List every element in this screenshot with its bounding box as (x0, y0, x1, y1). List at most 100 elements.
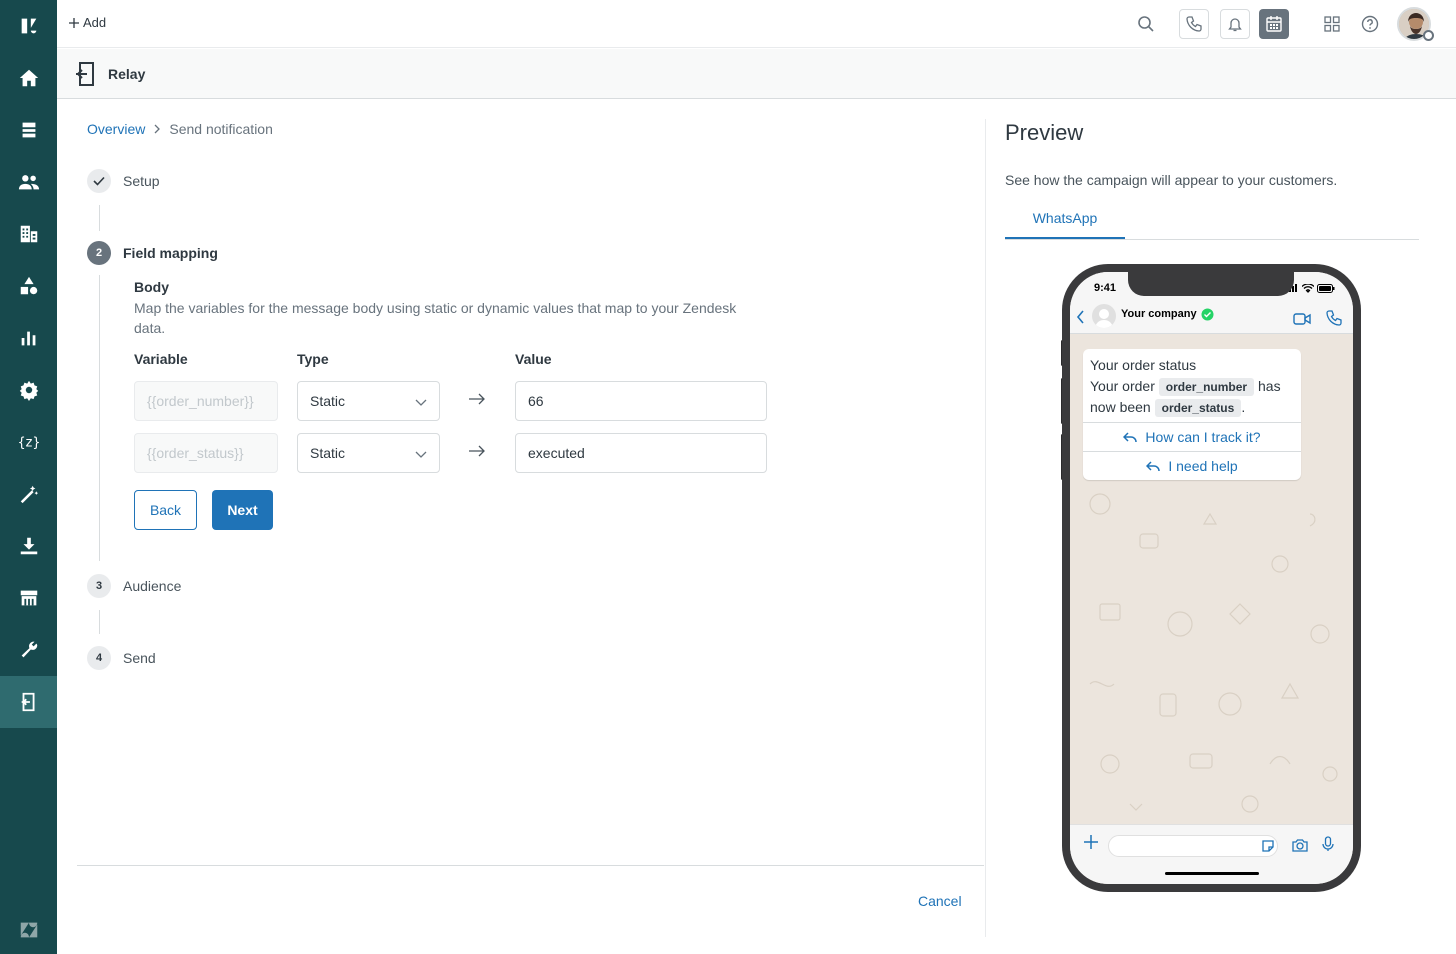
quick-reply-button: I need help (1083, 451, 1301, 480)
breadcrumb-overview-link[interactable]: Overview (87, 121, 145, 137)
variable-chip: order_status (1154, 399, 1242, 417)
message-title: Your order status (1090, 357, 1197, 373)
message-bubble: Your order status Your order order_numbe… (1083, 349, 1301, 480)
reply-arrow-icon (1146, 460, 1161, 471)
quick-reply-label: How can I track it? (1145, 429, 1261, 445)
home-icon[interactable] (0, 52, 57, 104)
contact-avatar-icon (1092, 304, 1116, 328)
step-setup-label: Setup (123, 173, 160, 189)
apps-grid-icon[interactable] (1317, 9, 1347, 39)
message-prefix: Your order (1090, 378, 1155, 394)
value-column-header: Value (515, 351, 552, 367)
footer-divider (77, 865, 984, 866)
zendesk-logo-icon[interactable] (0, 0, 57, 52)
message-input (1108, 835, 1278, 857)
arrow-right-icon (467, 389, 487, 409)
variable-chip: order_number (1158, 378, 1255, 396)
message-body: Your order status Your order order_numbe… (1083, 349, 1301, 422)
battery-icon (1317, 284, 1335, 293)
cancel-button[interactable]: Cancel (918, 893, 962, 909)
next-button[interactable]: Next (212, 490, 273, 530)
sticker-icon (1262, 839, 1274, 857)
panel-divider (985, 119, 986, 937)
plus-icon (69, 17, 79, 28)
variable-field: {{order_number}} (134, 381, 278, 421)
step-field-mapping-number: 2 (87, 241, 111, 265)
type-select[interactable]: Static (297, 433, 440, 473)
message-line: Your order order_number has now been ord… (1090, 376, 1294, 418)
download-icon[interactable] (0, 520, 57, 572)
voice-call-icon (1326, 310, 1342, 331)
preview-description: See how the campaign will appear to your… (1005, 172, 1338, 188)
reply-arrow-icon (1123, 431, 1138, 442)
video-call-icon (1293, 312, 1311, 330)
magic-wand-icon[interactable] (0, 468, 57, 520)
zendesk-brand-icon (0, 904, 57, 954)
verified-badge-icon (1201, 308, 1214, 326)
chevron-right-icon (153, 122, 161, 137)
bell-icon[interactable] (1220, 9, 1250, 39)
message-end: . (1241, 399, 1246, 415)
variable-field: {{order_status}} (134, 433, 278, 473)
home-indicator (1165, 872, 1259, 875)
step-send-label: Send (123, 650, 156, 666)
app-header: Relay (57, 49, 1456, 99)
phone-mockup: 9:41 Your company Your order status Your… (1062, 264, 1361, 892)
back-button[interactable]: Back (134, 490, 197, 530)
add-button[interactable]: Add (69, 15, 106, 30)
app-title: Relay (108, 66, 146, 82)
customers-icon[interactable] (0, 156, 57, 208)
top-bar: Add (57, 0, 1456, 48)
value-input[interactable]: executed (515, 433, 767, 473)
message-mid-a: has (1258, 378, 1281, 394)
calendar-icon[interactable] (1259, 9, 1289, 39)
wifi-icon (1302, 284, 1314, 293)
search-icon[interactable] (1131, 9, 1161, 39)
step-connector (99, 275, 100, 561)
tab-divider (1005, 239, 1419, 240)
microphone-icon (1322, 836, 1334, 857)
views-icon[interactable] (0, 104, 57, 156)
status-time: 9:41 (1094, 282, 1117, 294)
step-setup-check-icon (87, 169, 111, 193)
quick-reply-button: How can I track it? (1083, 422, 1301, 451)
zis-braces-icon[interactable]: {z} (0, 416, 57, 468)
variable-column-header: Variable (134, 351, 188, 367)
chevron-down-icon (415, 447, 427, 463)
camera-icon (1292, 838, 1308, 857)
step-field-mapping-label: Field mapping (123, 245, 218, 261)
back-chevron-icon (1076, 310, 1085, 329)
marketplace-icon[interactable] (0, 572, 57, 624)
svg-text:{z}: {z} (18, 436, 40, 451)
type-column-header: Type (297, 351, 329, 367)
phone-notch (1128, 272, 1294, 296)
help-icon[interactable] (1355, 9, 1385, 39)
value-input[interactable]: 66 (515, 381, 767, 421)
step-connector (99, 205, 100, 231)
preview-title: Preview (1005, 120, 1084, 145)
reporting-icon[interactable] (0, 312, 57, 364)
step-connector (99, 610, 100, 634)
breadcrumb: Overview Send notification (87, 121, 273, 137)
tab-whatsapp[interactable]: WhatsApp (1005, 210, 1125, 240)
whatsapp-input-bar (1070, 824, 1353, 884)
type-select-value: Static (310, 393, 346, 409)
organizations-icon[interactable] (0, 208, 57, 260)
wrench-icon[interactable] (0, 624, 57, 676)
step-send-number: 4 (87, 646, 111, 670)
relay-nav-icon[interactable] (0, 676, 57, 728)
type-select[interactable]: Static (297, 381, 440, 421)
objects-icon[interactable] (0, 260, 57, 312)
phone-screen: 9:41 Your company Your order status Your… (1070, 272, 1353, 884)
arrow-right-icon (467, 441, 487, 461)
whatsapp-header: 9:41 Your company (1070, 272, 1353, 334)
plus-icon (1084, 835, 1098, 854)
type-select-value: Static (310, 445, 346, 461)
admin-gear-icon[interactable] (0, 364, 57, 416)
chevron-down-icon (415, 395, 427, 411)
quick-reply-label: I need help (1168, 458, 1238, 474)
breadcrumb-current: Send notification (169, 121, 273, 137)
message-mid-b: now been (1090, 399, 1151, 415)
phone-icon[interactable] (1179, 9, 1209, 39)
contact-name: Your company (1121, 308, 1197, 320)
